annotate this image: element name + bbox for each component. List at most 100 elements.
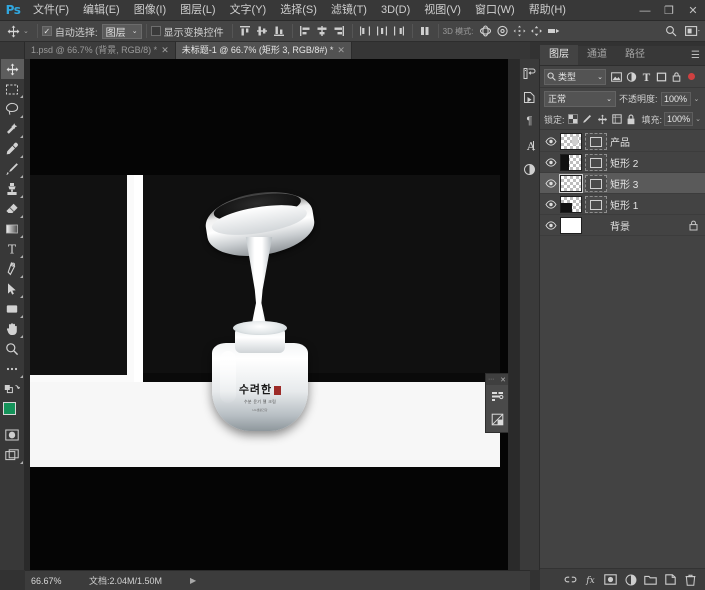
menu-help[interactable]: 帮助(H) — [522, 0, 573, 21]
close-icon[interactable]: ✕ — [337, 42, 345, 59]
table-row[interactable]: 产品 — [540, 131, 705, 152]
panel-menu-icon[interactable]: ☰ — [691, 50, 700, 61]
close-icon[interactable]: ✕ — [161, 42, 169, 59]
layer-vector-mask-thumbnail[interactable] — [585, 174, 607, 192]
layer-name[interactable]: 矩形 3 — [610, 176, 701, 191]
color-chips[interactable] — [1, 401, 24, 425]
rotate-3d-icon[interactable] — [477, 22, 494, 40]
new-adjustment-layer-button[interactable] — [623, 571, 638, 589]
lock-transparent-pixels-icon[interactable] — [567, 112, 580, 126]
drag-3d-icon[interactable] — [511, 22, 528, 40]
table-row[interactable]: 矩形 3 — [540, 173, 705, 194]
edit-toolbar-more-button[interactable] — [1, 359, 24, 379]
lock-position-icon[interactable] — [596, 112, 609, 126]
filter-toggle-switch[interactable] — [688, 73, 695, 80]
lock-image-pixels-icon[interactable] — [581, 112, 594, 126]
filter-pixel-layers-icon[interactable] — [610, 69, 623, 84]
search-icon[interactable] — [662, 22, 679, 40]
drag-handle-icon[interactable]: ⋯ — [488, 376, 494, 383]
filter-smart-objects-icon[interactable] — [670, 69, 683, 84]
floating-panel-header[interactable]: ⋯ ✕ — [486, 374, 508, 385]
layer-name[interactable]: 矩形 2 — [610, 155, 701, 170]
lock-all-icon[interactable] — [625, 112, 638, 126]
filter-type-dropdown[interactable]: 类型 ⌄ — [544, 68, 606, 85]
menu-view[interactable]: 视图(V) — [417, 0, 468, 21]
menu-window[interactable]: 窗口(W) — [468, 0, 522, 21]
layer-vector-mask-thumbnail[interactable] — [585, 195, 607, 213]
lasso-tool[interactable] — [1, 99, 24, 119]
zoom-level-field[interactable]: 66.67% — [25, 576, 75, 586]
slide-3d-icon[interactable] — [528, 22, 545, 40]
properties-icon[interactable] — [486, 385, 508, 408]
layer-visibility-eye-icon[interactable] — [544, 194, 557, 215]
tab-paths[interactable]: 路径 — [616, 45, 654, 65]
hand-tool[interactable] — [1, 319, 24, 339]
maximize-button[interactable]: ❐ — [657, 0, 681, 21]
layer-name[interactable]: 产品 — [610, 134, 701, 149]
align-bottom-edges-icon[interactable] — [271, 22, 288, 40]
foreground-color-chip[interactable] — [2, 402, 16, 415]
show-transform-controls-checkbox[interactable] — [150, 26, 161, 36]
layer-name[interactable]: 背景 — [585, 218, 686, 233]
opacity-field[interactable]: 100% — [660, 91, 691, 106]
layer-mask-button[interactable] — [603, 571, 618, 589]
menu-file[interactable]: 文件(F) — [26, 0, 76, 21]
transform-icon[interactable] — [486, 408, 508, 431]
layer-thumbnail[interactable] — [560, 153, 582, 171]
filter-shape-layers-icon[interactable] — [655, 69, 668, 84]
menu-edit[interactable]: 编辑(E) — [76, 0, 127, 21]
blend-mode-dropdown[interactable]: 正常 ⌄ — [544, 90, 616, 107]
pen-tool[interactable] — [1, 259, 24, 279]
menu-type[interactable]: 文字(Y) — [223, 0, 274, 21]
change-screen-mode-icon[interactable] — [1, 445, 24, 465]
clone-stamp-tool[interactable] — [1, 179, 24, 199]
layer-thumbnail[interactable] — [560, 132, 582, 150]
layer-visibility-eye-icon[interactable] — [544, 215, 557, 236]
roll-3d-icon[interactable] — [494, 22, 511, 40]
workspace-switcher-icon[interactable] — [684, 22, 701, 40]
menu-layer[interactable]: 图层(L) — [173, 0, 222, 21]
rectangular-marquee-tool[interactable] — [1, 79, 24, 99]
filter-adjustment-layers-icon[interactable] — [625, 69, 638, 84]
align-top-edges-icon[interactable] — [237, 22, 254, 40]
auto-select-target-dropdown[interactable]: 图层 ⌄ — [101, 23, 142, 39]
artboard[interactable]: 수려한 수분 윤기 젤 크림 LG생활건강 ⋯ ✕ — [30, 59, 509, 570]
lock-artboard-nesting-icon[interactable] — [610, 112, 623, 126]
adjustments-panel-icon[interactable] — [519, 157, 540, 181]
move-tool[interactable] — [0, 59, 24, 79]
character-panel-icon[interactable]: A — [519, 133, 540, 157]
horizontal-type-tool[interactable]: T — [1, 239, 24, 259]
fill-field[interactable]: 100% — [664, 112, 694, 126]
layer-thumbnail[interactable] — [560, 216, 582, 234]
align-horizontal-centers-icon[interactable] — [314, 22, 331, 40]
layer-thumbnail[interactable] — [559, 173, 583, 193]
table-row[interactable]: 背景 — [540, 215, 705, 236]
distribute-right-edges-icon[interactable] — [391, 22, 408, 40]
layer-name[interactable]: 矩形 1 — [610, 197, 701, 212]
quick-selection-tool[interactable] — [1, 119, 24, 139]
align-vertical-centers-icon[interactable] — [254, 22, 271, 40]
layer-vector-mask-thumbnail[interactable] — [585, 153, 607, 171]
layer-visibility-eye-icon[interactable] — [544, 131, 557, 152]
align-right-edges-icon[interactable] — [331, 22, 348, 40]
layer-thumbnail[interactable] — [560, 195, 582, 213]
layer-style-button[interactable]: fx — [583, 571, 598, 589]
move-tool-icon[interactable] — [4, 22, 22, 40]
opacity-chevron-down-icon[interactable]: ⌄ — [694, 95, 700, 103]
menu-filter[interactable]: 滤镜(T) — [324, 0, 374, 21]
tool-preset-chevron-down-icon[interactable]: ⌄ — [22, 27, 33, 35]
eyedropper-tool[interactable] — [1, 139, 24, 159]
align-left-edges-icon[interactable] — [297, 22, 314, 40]
auto-select-checkbox[interactable]: ✓ — [41, 26, 52, 36]
document-tab-1psd[interactable]: 1.psd @ 66.7% (背景, RGB/8) * ✕ — [25, 42, 176, 59]
distribute-left-edges-icon[interactable] — [357, 22, 374, 40]
table-row[interactable]: 矩形 1 — [540, 194, 705, 215]
tab-layers[interactable]: 图层 — [540, 45, 578, 65]
new-layer-button[interactable] — [663, 571, 678, 589]
menu-image[interactable]: 图像(I) — [127, 0, 173, 21]
tab-channels[interactable]: 通道 — [578, 45, 616, 65]
gradient-tool[interactable] — [1, 219, 24, 239]
link-layers-button[interactable] — [563, 571, 578, 589]
quick-mask-mode-icon[interactable] — [1, 425, 24, 445]
brush-tool[interactable] — [1, 159, 24, 179]
